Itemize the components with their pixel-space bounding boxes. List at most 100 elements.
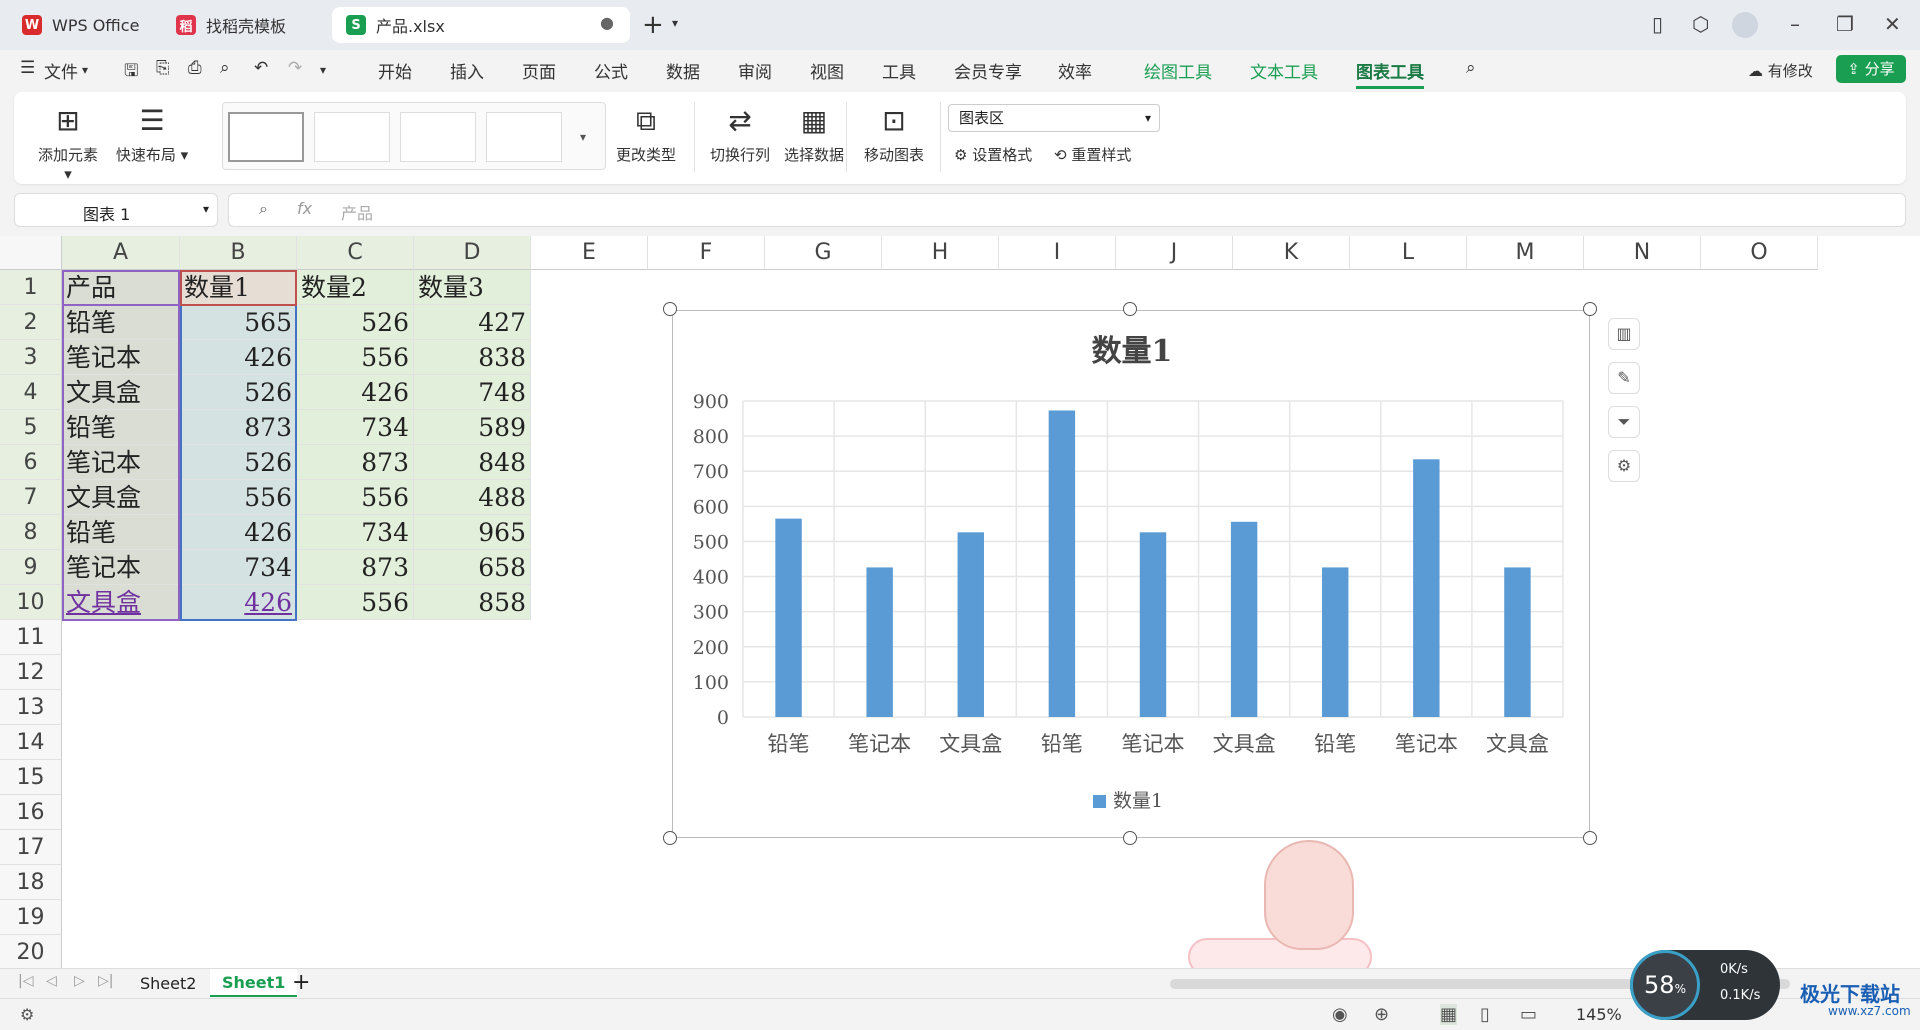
table-cell[interactable]: 文具盒 [62, 585, 180, 620]
row-header-10[interactable]: 10 [0, 585, 62, 620]
resize-handle[interactable] [1123, 831, 1137, 845]
row-header-11[interactable]: 11 [0, 620, 62, 655]
menu-insert[interactable]: 插入 [450, 58, 484, 83]
chart-title[interactable]: 数量1 [1092, 334, 1173, 369]
table-cell[interactable]: 965 [414, 515, 531, 550]
table-cell[interactable]: 426 [180, 585, 297, 620]
table-cell[interactable]: 873 [297, 550, 414, 585]
table-cell[interactable]: 笔记本 [62, 340, 180, 375]
table-cell[interactable]: 565 [180, 305, 297, 340]
eye-icon[interactable]: ◉ [1332, 1004, 1348, 1025]
chart-style-1[interactable] [228, 112, 304, 162]
table-cell[interactable]: 铅笔 [62, 305, 180, 340]
menu-member[interactable]: 会员专享 [954, 58, 1022, 83]
row-header-16[interactable]: 16 [0, 795, 62, 830]
menu-review[interactable]: 审阅 [738, 58, 772, 83]
export-icon[interactable]: ⎘ [156, 58, 170, 78]
menu-view[interactable]: 视图 [810, 58, 844, 83]
table-cell[interactable]: 848 [414, 445, 531, 480]
formula-input[interactable]: ⌕ fx 产品 [228, 193, 1906, 227]
layout-icon[interactable]: ▯ [1652, 12, 1663, 36]
set-format-button[interactable]: ⚙ 设置格式 [954, 144, 1032, 165]
add-sheet-icon[interactable]: + [292, 970, 310, 995]
macro-icon[interactable]: ⚙ [20, 1005, 34, 1024]
select-data-button[interactable]: ▦ 选择数据 [776, 106, 852, 165]
row-header-8[interactable]: 8 [0, 515, 62, 550]
column-header-m[interactable]: M [1467, 236, 1584, 270]
table-cell[interactable]: 426 [180, 340, 297, 375]
row-header-14[interactable]: 14 [0, 725, 62, 760]
bar-5[interactable] [1230, 521, 1258, 717]
zoom-icon[interactable]: ⌕ [259, 199, 268, 219]
normal-view-icon[interactable]: ▦ [1440, 1004, 1458, 1025]
fx-icon[interactable]: fx [297, 199, 312, 218]
bar-7[interactable] [1413, 459, 1440, 717]
tab-template[interactable]: 稻 找稻壳模板 [162, 7, 326, 43]
table-cell[interactable]: 526 [180, 445, 297, 480]
menu-tools[interactable]: 工具 [882, 58, 916, 83]
table-cell[interactable]: 734 [180, 550, 297, 585]
reset-style-button[interactable]: ⟲ 重置样式 [1054, 144, 1131, 165]
table-cell[interactable]: 658 [414, 550, 531, 585]
chart-style-3[interactable] [400, 112, 476, 162]
chart-style-4[interactable] [486, 112, 562, 162]
avatar[interactable] [1732, 12, 1758, 38]
menu-efficiency[interactable]: 效率 [1058, 58, 1092, 83]
chevron-down-icon[interactable]: ▾ [320, 63, 326, 77]
table-cell[interactable]: 数量3 [414, 270, 531, 305]
column-header-c[interactable]: C [297, 236, 414, 270]
plus-icon[interactable]: + [642, 10, 664, 40]
table-cell[interactable]: 556 [297, 340, 414, 375]
unsaved-dot-icon[interactable]: ● [600, 13, 614, 32]
sheet-tab-sheet2[interactable]: Sheet2 [140, 974, 196, 993]
chart-settings-icon[interactable]: ⚙ [1608, 450, 1640, 482]
table-cell[interactable]: 734 [297, 515, 414, 550]
resize-handle[interactable] [1583, 302, 1597, 316]
bar-8[interactable] [1504, 567, 1531, 717]
table-cell[interactable]: 产品 [62, 270, 180, 305]
row-header-13[interactable]: 13 [0, 690, 62, 725]
tab-product-xlsx[interactable]: S 产品.xlsx ● [332, 7, 630, 43]
table-cell[interactable]: 铅笔 [62, 515, 180, 550]
row-header-19[interactable]: 19 [0, 900, 62, 935]
menu-chart-tools[interactable]: 图表工具 [1356, 58, 1424, 89]
prev-sheet-icon[interactable]: ◁ [46, 973, 57, 989]
table-cell[interactable]: 858 [414, 585, 531, 620]
move-chart-button[interactable]: ⊡ 移动图表 [856, 106, 932, 165]
page-layout-icon[interactable]: ▯ [1480, 1004, 1490, 1025]
column-header-l[interactable]: L [1350, 236, 1467, 270]
column-header-b[interactable]: B [180, 236, 297, 270]
resize-handle[interactable] [1123, 302, 1137, 316]
column-header-a[interactable]: A [62, 236, 180, 270]
table-cell[interactable]: 838 [414, 340, 531, 375]
row-header-5[interactable]: 5 [0, 410, 62, 445]
chart-filter-icon[interactable]: ⏷ [1608, 406, 1640, 438]
resize-handle[interactable] [663, 302, 677, 316]
menu-data[interactable]: 数据 [666, 58, 700, 83]
table-cell[interactable]: 556 [297, 585, 414, 620]
row-header-9[interactable]: 9 [0, 550, 62, 585]
column-header-o[interactable]: O [1701, 236, 1818, 270]
bar-6[interactable] [1322, 567, 1349, 717]
bar-1[interactable] [866, 567, 893, 717]
last-sheet-icon[interactable]: ▷| [98, 973, 113, 989]
column-header-n[interactable]: N [1584, 236, 1701, 270]
menu-draw-tools[interactable]: 绘图工具 [1144, 58, 1212, 83]
table-cell[interactable]: 873 [297, 445, 414, 480]
column-header-g[interactable]: G [765, 236, 882, 270]
next-sheet-icon[interactable]: ▷ [74, 973, 85, 989]
bar-4[interactable] [1139, 532, 1167, 717]
column-header-d[interactable]: D [414, 236, 531, 270]
table-cell[interactable]: 526 [297, 305, 414, 340]
chart-style-2[interactable] [314, 112, 390, 162]
bar-2[interactable] [957, 532, 984, 717]
zoom-level[interactable]: 145% [1576, 1005, 1622, 1024]
search-icon[interactable]: ⌕ [1466, 58, 1476, 78]
row-header-6[interactable]: 6 [0, 445, 62, 480]
resize-handle[interactable] [1583, 831, 1597, 845]
table-cell[interactable]: 426 [180, 515, 297, 550]
first-sheet-icon[interactable]: |◁ [18, 973, 33, 989]
mascot-sticker[interactable] [1188, 840, 1372, 980]
sheet-tab-sheet1[interactable]: Sheet1 [210, 969, 298, 997]
column-header-k[interactable]: K [1233, 236, 1350, 270]
